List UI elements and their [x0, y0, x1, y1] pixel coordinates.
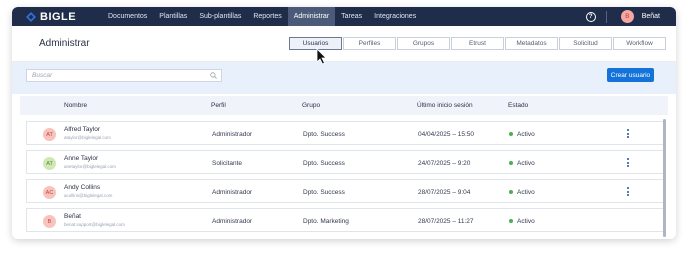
- tab-metadatos[interactable]: Metadatos: [505, 37, 558, 50]
- search-placeholder: Buscar: [32, 72, 53, 79]
- column-header-estado[interactable]: Estado: [508, 102, 528, 109]
- toolbar: Buscar Crear usuario: [12, 62, 676, 94]
- table-row[interactable]: AT Anne Taylor anetaylor@biglelegal.com …: [26, 150, 666, 174]
- user-name-cell: Anne Taylor: [64, 155, 99, 162]
- tab-perfiles[interactable]: Perfiles: [343, 37, 396, 50]
- nav-documentos[interactable]: Documentos: [102, 7, 153, 26]
- nav-administrar[interactable]: Administrar: [287, 7, 336, 26]
- nav-reportes[interactable]: Reportes: [247, 7, 287, 26]
- logo-text: BIGLE: [40, 10, 77, 23]
- user-avatar[interactable]: B: [620, 10, 634, 23]
- user-email-cell: anetaylor@biglelegal.com: [64, 164, 116, 169]
- status-badge: Activo: [509, 160, 535, 167]
- table-row[interactable]: B Beñat benat.support@biglelegal.com Adm…: [26, 208, 666, 232]
- mouse-cursor-icon: [316, 48, 327, 65]
- status-dot-icon: [509, 190, 513, 195]
- last-login-cell: 04/04/2025 – 15:50: [418, 131, 475, 138]
- tab-etrust[interactable]: Etrust: [451, 37, 504, 50]
- profile-cell: Administrador: [212, 131, 253, 138]
- table-row[interactable]: AC Andy Collins acollins@biglelegal.com …: [26, 179, 666, 203]
- status-label: Activo: [517, 189, 535, 196]
- last-login-cell: 28/07/2025 – 11:27: [418, 218, 474, 225]
- status-dot-icon: [509, 161, 513, 166]
- tab-grupos[interactable]: Grupos: [397, 37, 450, 50]
- user-name-cell: Beñat: [64, 213, 81, 220]
- tab-workflow[interactable]: Workflow: [613, 37, 666, 50]
- avatar: B: [43, 215, 56, 228]
- logo[interactable]: BIGLE: [26, 11, 102, 23]
- column-header-perfil[interactable]: Perfil: [211, 102, 226, 109]
- topbar-right: ? B Beñat: [585, 7, 676, 26]
- user-email-cell: acollins@biglelegal.com: [64, 193, 113, 198]
- user-email-cell: benat.support@biglelegal.com: [64, 222, 125, 227]
- group-cell: Dpto. Marketing: [303, 218, 349, 225]
- create-user-button[interactable]: Crear usuario: [607, 68, 654, 82]
- main-nav: Documentos Plantillas Sub-plantillas Rep…: [102, 7, 422, 26]
- group-cell: Dpto. Success: [303, 189, 345, 196]
- user-email-cell: ataylor@biglelegal.com: [64, 135, 111, 140]
- status-label: Activo: [517, 131, 535, 138]
- table-header: Nombre Perfil Grupo Último inicio sesión…: [20, 96, 668, 115]
- help-icon[interactable]: ?: [585, 11, 596, 22]
- admin-tabs: Usuarios Perfiles Grupos Etrust Metadato…: [289, 37, 666, 50]
- avatar: AT: [43, 157, 56, 170]
- search-input[interactable]: Buscar: [26, 69, 222, 82]
- table-row[interactable]: AT Alfred Taylor ataylor@biglelegal.com …: [26, 121, 666, 145]
- page-title: Administrar: [39, 38, 90, 49]
- tab-solicitud[interactable]: Solicitud: [559, 37, 612, 50]
- group-cell: Dpto. Success: [303, 131, 345, 138]
- bigle-logo-icon: [26, 11, 36, 22]
- user-name-cell: Andy Collins: [64, 184, 101, 191]
- page-header: Administrar Usuarios Perfiles Grupos Etr…: [12, 26, 676, 62]
- column-header-ultimo-inicio[interactable]: Último inicio sesión: [417, 102, 473, 109]
- search-icon: [210, 72, 217, 79]
- last-login-cell: 28/07/2025 – 9:04: [418, 189, 471, 196]
- avatar: AT: [43, 128, 56, 141]
- column-header-grupo[interactable]: Grupo: [302, 102, 320, 109]
- nav-integraciones[interactable]: Integraciones: [368, 7, 422, 26]
- nav-plantillas[interactable]: Plantillas: [153, 7, 193, 26]
- status-badge: Activo: [509, 189, 535, 196]
- nav-tareas[interactable]: Tareas: [335, 7, 368, 26]
- divider: [605, 10, 607, 23]
- profile-cell: Solicitante: [212, 160, 242, 167]
- more-options-icon[interactable]: [627, 187, 629, 196]
- user-name[interactable]: Beñat: [642, 13, 660, 20]
- scrollbar[interactable]: [663, 119, 666, 237]
- status-badge: Activo: [509, 218, 535, 225]
- status-dot-icon: [509, 132, 513, 137]
- avatar: AC: [43, 186, 56, 199]
- profile-cell: Administrador: [212, 218, 253, 225]
- top-navbar: BIGLE Documentos Plantillas Sub-plantill…: [12, 7, 676, 26]
- nav-sub-plantillas[interactable]: Sub-plantillas: [193, 7, 247, 26]
- last-login-cell: 24/07/2025 – 9:20: [418, 160, 471, 167]
- status-label: Activo: [517, 218, 535, 225]
- status-badge: Activo: [509, 131, 535, 138]
- app-window: BIGLE Documentos Plantillas Sub-plantill…: [12, 7, 676, 239]
- profile-cell: Administrador: [212, 189, 253, 196]
- status-dot-icon: [509, 219, 513, 224]
- user-name-cell: Alfred Taylor: [64, 126, 101, 133]
- more-options-icon[interactable]: [627, 158, 629, 167]
- group-cell: Dpto. Success: [303, 160, 345, 167]
- more-options-icon[interactable]: [627, 129, 629, 138]
- status-label: Activo: [517, 160, 535, 167]
- column-header-nombre[interactable]: Nombre: [64, 102, 87, 109]
